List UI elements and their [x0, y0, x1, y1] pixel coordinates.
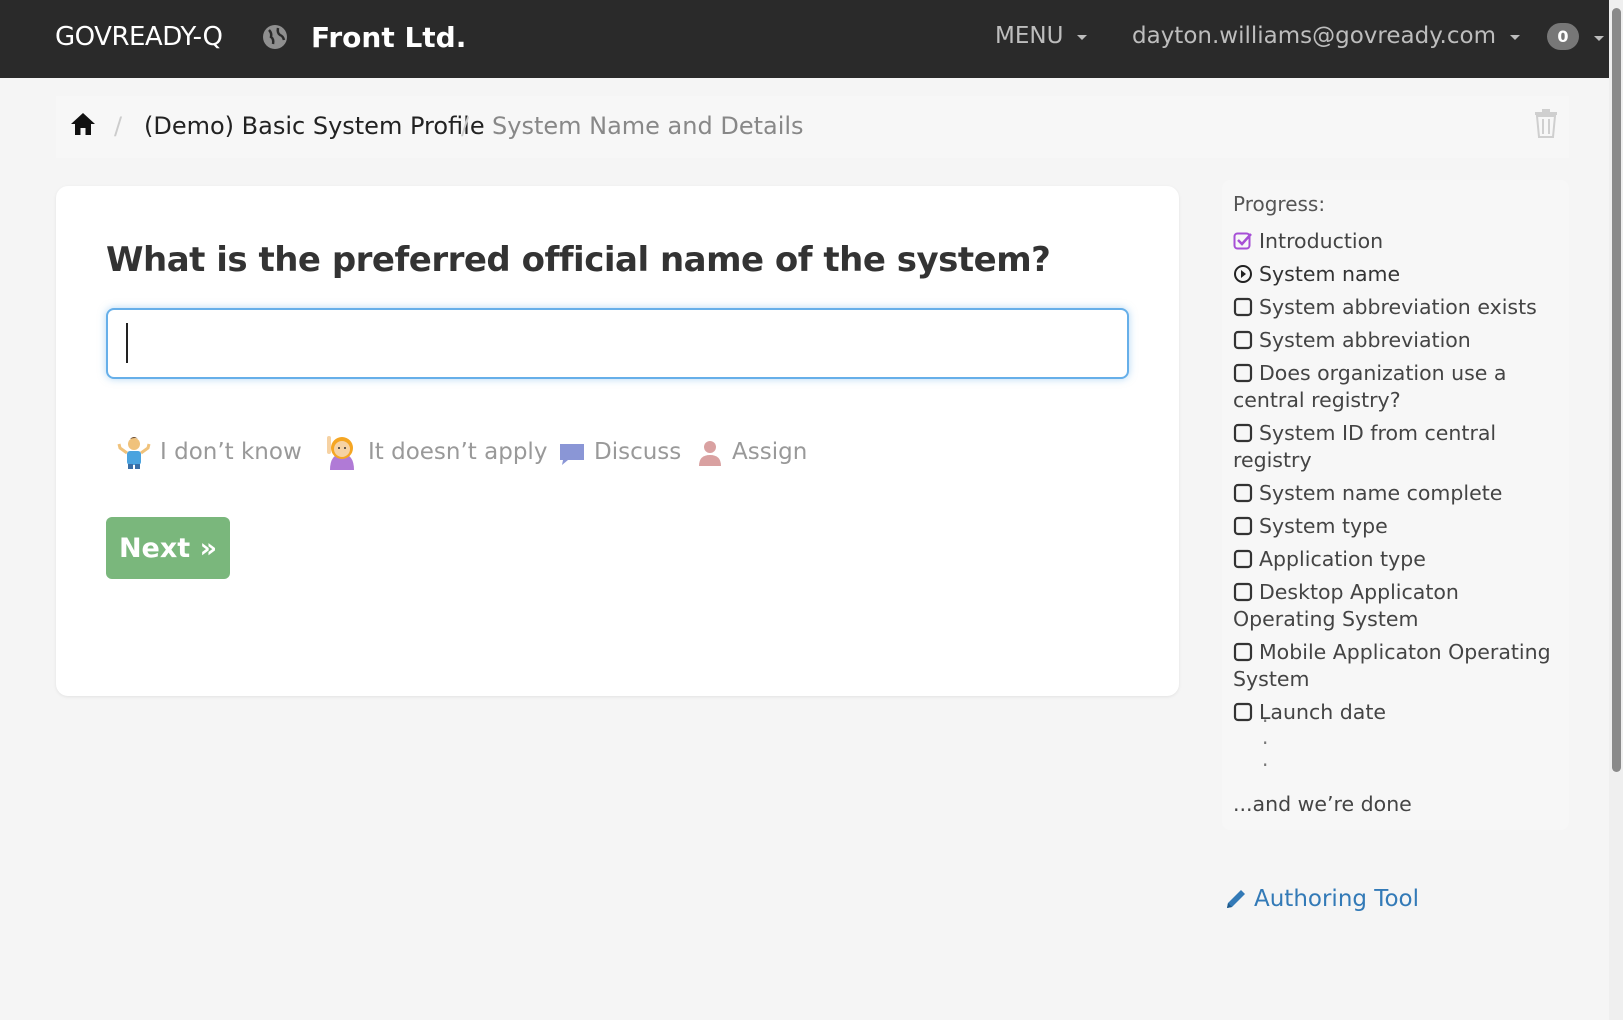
empty-square-icon	[1233, 702, 1253, 722]
current-step-icon	[1234, 265, 1252, 283]
chevron-down-icon[interactable]	[1594, 36, 1604, 41]
empty-square-icon	[1233, 582, 1253, 602]
breadcrumb-project-link[interactable]: (Demo) Basic System Profile	[144, 112, 485, 140]
chevron-down-icon	[1509, 34, 1520, 40]
progress-item-system-name[interactable]: System name	[1233, 261, 1563, 288]
empty-square-icon	[1233, 363, 1253, 383]
next-button[interactable]: Next »	[106, 517, 230, 579]
progress-item-system-type[interactable]: System type	[1233, 513, 1563, 540]
comment-icon	[560, 444, 584, 465]
breadcrumb-current-page: System Name and Details	[492, 112, 804, 140]
user-email: dayton.williams@govready.com	[1132, 23, 1496, 49]
breadcrumb-separator: /	[114, 112, 123, 140]
progress-item-introduction[interactable]: Introduction	[1233, 228, 1563, 255]
empty-square-icon	[1233, 549, 1253, 569]
breadcrumb: / (Demo) Basic System Profile / System N…	[56, 96, 1569, 158]
question-title: What is the preferred official name of t…	[106, 240, 1051, 280]
assign-button[interactable]: Assign	[696, 432, 807, 472]
empty-square-icon	[1233, 516, 1253, 536]
empty-square-icon	[1233, 642, 1253, 662]
empty-square-icon	[1233, 483, 1253, 503]
menu-dropdown[interactable]: MENU	[995, 23, 1088, 49]
menu-label: MENU	[995, 23, 1064, 49]
brand-logo[interactable]: GOVREADY-Q	[55, 22, 223, 52]
ellipsis-dots: · · ·	[1262, 709, 1269, 777]
empty-square-icon	[1233, 330, 1253, 350]
home-icon[interactable]	[69, 110, 97, 138]
dont-know-label: I don’t know	[160, 439, 302, 465]
system-name-input[interactable]	[106, 308, 1129, 379]
pencil-icon	[1227, 890, 1245, 908]
scrollbar-thumb[interactable]	[1612, 8, 1621, 772]
authoring-tool-label: Authoring Tool	[1254, 886, 1419, 912]
progress-list: Introduction System name System abbrevia…	[1233, 228, 1563, 732]
progress-item-name-complete[interactable]: System name complete	[1233, 480, 1563, 507]
raising-hand-icon	[327, 436, 354, 470]
chevron-down-icon	[1077, 34, 1088, 40]
progress-item-mobile-os[interactable]: Mobile Applicaton Operating System	[1233, 639, 1563, 693]
progress-panel: Progress: Introduction System name Syste…	[1222, 180, 1569, 830]
progress-item-abbreviation[interactable]: System abbreviation	[1233, 327, 1563, 354]
authoring-tool-link[interactable]: Authoring Tool	[1224, 886, 1419, 912]
dont-know-button[interactable]: I don’t know	[116, 432, 302, 472]
notification-badge[interactable]: 0	[1547, 23, 1579, 50]
progress-title: Progress:	[1233, 192, 1326, 216]
assign-label: Assign	[732, 439, 808, 465]
progress-item-central-registry[interactable]: Does organization use a central registry…	[1233, 360, 1563, 414]
text-cursor	[126, 323, 128, 363]
discuss-label: Discuss	[594, 439, 682, 465]
organization-name[interactable]: Front Ltd.	[311, 21, 466, 54]
empty-square-icon	[1233, 423, 1253, 443]
progress-done-text: ...and we’re done	[1233, 792, 1412, 816]
trash-icon[interactable]	[1533, 108, 1559, 138]
discuss-button[interactable]: Discuss	[558, 432, 681, 472]
progress-item-application-type[interactable]: Application type	[1233, 546, 1563, 573]
globe-icon	[263, 25, 287, 49]
progress-item-registry-id[interactable]: System ID from central registry	[1233, 420, 1563, 474]
doesnt-apply-button[interactable]: It doesn’t apply	[324, 432, 547, 472]
progress-item-launch-date[interactable]: Launch date	[1233, 699, 1563, 726]
progress-item-abbreviation-exists[interactable]: System abbreviation exists	[1233, 294, 1563, 321]
user-menu-dropdown[interactable]: dayton.williams@govready.com	[1132, 23, 1520, 49]
top-navbar: GOVREADY-Q Front Ltd. MENU dayton.willia…	[0, 0, 1623, 78]
shrug-person-icon	[117, 437, 151, 469]
doesnt-apply-label: It doesn’t apply	[368, 439, 548, 465]
question-card: What is the preferred official name of t…	[56, 186, 1179, 696]
empty-square-icon	[1233, 297, 1253, 317]
checked-square-icon	[1233, 232, 1252, 250]
user-icon	[699, 441, 721, 466]
progress-item-desktop-os[interactable]: Desktop Applicaton Operating System	[1233, 579, 1563, 633]
breadcrumb-separator: /	[461, 112, 470, 140]
